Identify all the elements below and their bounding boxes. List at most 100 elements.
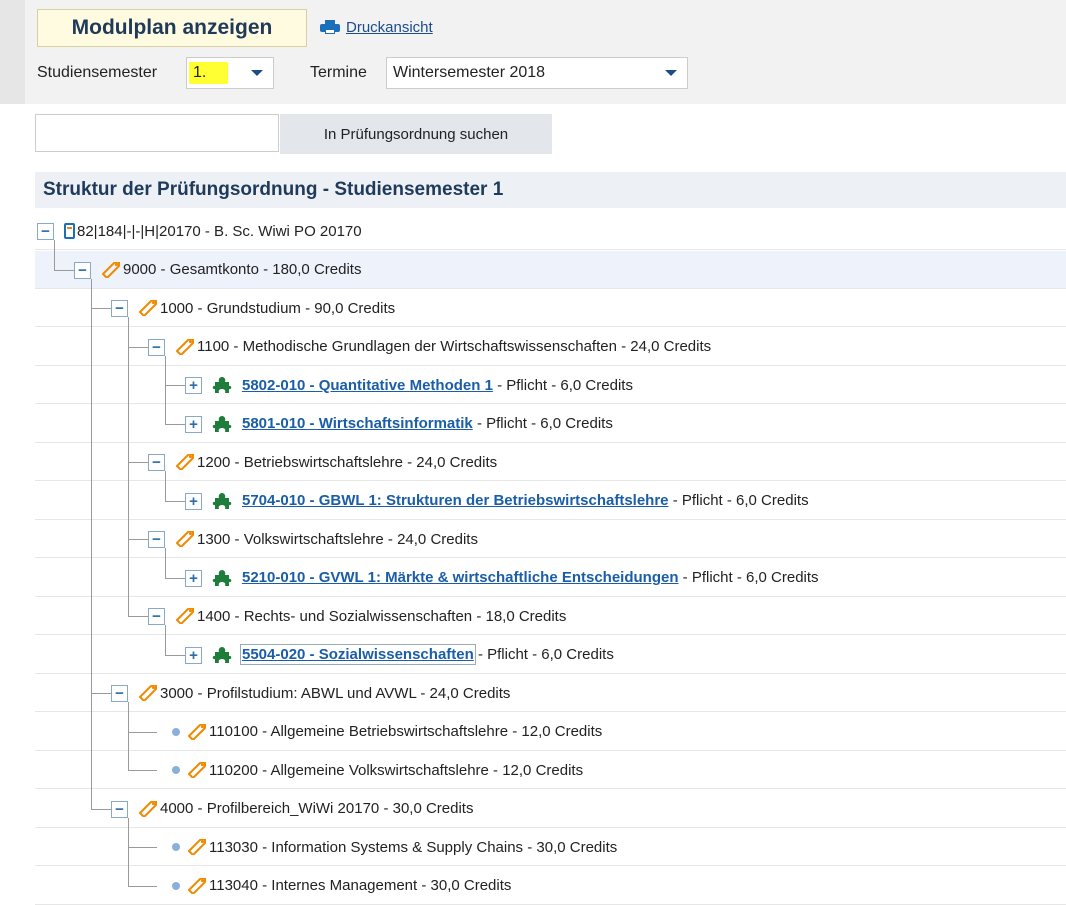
node-label: 110100 - Allgemeine Betriebswirtschaftsl… — [209, 723, 603, 740]
puzzle-icon — [212, 377, 232, 393]
module-link[interactable]: 5704-010 - GBWL 1: Strukturen der Betrie… — [242, 492, 669, 509]
module-item[interactable]: 5704-010 - GBWL 1: Strukturen der Betrie… — [212, 482, 809, 520]
search-input[interactable] — [35, 114, 279, 152]
search-button[interactable]: In Prüfungsordnung suchen — [280, 114, 552, 154]
node-label: 4000 - Profilbereich_WiWi 20170 - 30,0 C… — [160, 800, 474, 817]
puzzle-icon — [212, 492, 232, 509]
collapse-toggle[interactable]: − — [148, 531, 165, 549]
tree-node: 1300 - Volkswirtschaftslehre - 24,0 Cred… — [175, 520, 478, 558]
section-title: Struktur der Prüfungsordnung - Studiense… — [35, 172, 1066, 208]
expand-toggle[interactable]: + — [185, 415, 202, 433]
node-label: 82|184|-|-|H|20170 - B. Sc. Wiwi PO 2017… — [77, 222, 362, 240]
tree-node: 113040 - Internes Management - 30,0 Cred… — [187, 867, 511, 905]
chevron-down-icon — [251, 70, 263, 76]
tree-connector — [165, 625, 166, 655]
tree-connector — [165, 355, 166, 424]
puzzle-icon — [212, 646, 232, 663]
leaf-dot-icon — [172, 881, 180, 890]
tree-node: 9000 - Gesamtkonto - 180,0 Credits — [101, 251, 361, 289]
tree-connector — [91, 278, 92, 809]
module-meta: - Pflicht - 6,0 Credits — [473, 646, 614, 663]
root-node-icon — [64, 223, 75, 239]
leaf-dot-icon — [172, 727, 180, 736]
expand-toggle[interactable]: + — [185, 377, 202, 395]
collapse-toggle[interactable]: − — [148, 338, 165, 356]
node-label: 9000 - Gesamtkonto - 180,0 Credits — [123, 261, 362, 278]
puzzle-icon — [212, 569, 232, 586]
module-meta: - Pflicht - 6,0 Credits — [472, 415, 613, 432]
tree-connector — [165, 471, 166, 501]
node-label: 1400 - Rechts- und Sozialwissenschaften … — [197, 607, 567, 625]
tree-connector — [128, 770, 157, 772]
module-link[interactable]: 5801-010 - Wirtschaftsinformatik — [242, 415, 473, 432]
tag-icon — [139, 300, 157, 316]
tree-node: 4000 - Profilbereich_WiWi 20170 - 30,0 C… — [138, 790, 473, 828]
tree-node: 1000 - Grundstudium - 90,0 Credits — [138, 289, 395, 327]
expand-toggle[interactable]: + — [185, 646, 202, 664]
module-link[interactable]: 5504-020 - Sozialwissenschaften — [240, 644, 476, 665]
tag-icon — [176, 338, 194, 355]
node-label: 1100 - Methodische Grundlagen der Wirtsc… — [197, 338, 712, 355]
tag-icon — [139, 800, 157, 817]
tree-connector — [128, 885, 157, 887]
node-label: 113030 - Information Systems & Supply Ch… — [209, 838, 618, 856]
termine-value: Wintersemester 2018 — [393, 64, 546, 81]
tag-icon — [176, 531, 194, 547]
collapse-toggle[interactable]: − — [111, 800, 128, 818]
tree-node: 1400 - Rechts- und Sozialwissenschaften … — [175, 597, 566, 635]
tag-icon — [188, 839, 206, 855]
module-meta: - Pflicht - 6,0 Credits — [492, 376, 633, 394]
tree-connector — [128, 317, 129, 617]
tree-node: 1200 - Betriebswirtschaftslehre - 24,0 C… — [175, 443, 497, 481]
module-link[interactable]: 5210-010 - GVWL 1: Märkte & wirtschaftli… — [242, 569, 679, 586]
termine-label: Termine — [310, 64, 367, 81]
tree-node: 3000 - Profilstudium: ABWL und AVWL - 24… — [138, 674, 510, 712]
collapse-toggle[interactable]: − — [74, 261, 91, 279]
node-label: 113040 - Internes Management - 30,0 Cred… — [209, 877, 512, 894]
tree-connector — [54, 240, 55, 270]
left-gutter — [0, 0, 25, 104]
chevron-down-icon — [665, 70, 677, 76]
module-meta: - Pflicht - 6,0 Credits — [668, 492, 809, 509]
collapse-toggle[interactable]: − — [111, 685, 128, 703]
module-item[interactable]: 5504-020 - Sozialwissenschaften - Pflich… — [212, 636, 614, 674]
node-label: 1300 - Volkswirtschaftslehre - 24,0 Cred… — [197, 530, 478, 548]
modulplan-button[interactable]: Modulplan anzeigen — [37, 9, 307, 47]
print-view-link[interactable]: Druckansicht — [320, 17, 433, 37]
puzzle-icon — [212, 415, 232, 432]
print-view-label: Druckansicht — [346, 18, 433, 36]
tree-node: 110200 - Allgemeine Volkswirtschaftslehr… — [187, 751, 583, 789]
node-label: 110200 - Allgemeine Volkswirtschaftslehr… — [209, 761, 584, 779]
tree-node: 82|184|-|-|H|20170 - B. Sc. Wiwi PO 2017… — [64, 212, 362, 250]
semester-label: Studiensemester — [37, 64, 158, 81]
collapse-toggle[interactable]: − — [37, 223, 54, 241]
tree-node: 113030 - Information Systems & Supply Ch… — [187, 828, 617, 866]
collapse-toggle[interactable]: − — [148, 454, 165, 472]
expand-toggle[interactable]: + — [185, 569, 202, 587]
tree-connector — [128, 817, 129, 886]
semester-value: 1. — [189, 62, 229, 84]
expand-toggle[interactable]: + — [185, 492, 202, 510]
node-label: 3000 - Profilstudium: ABWL und AVWL - 24… — [160, 684, 511, 702]
tag-icon — [188, 762, 206, 778]
collapse-toggle[interactable]: − — [148, 608, 165, 626]
semester-select[interactable]: 1. — [186, 57, 274, 89]
module-item[interactable]: 5802-010 - Quantitative Methoden 1 - Pfl… — [212, 366, 633, 404]
printer-icon — [320, 20, 340, 34]
module-item[interactable]: 5801-010 - Wirtschaftsinformatik - Pflic… — [212, 405, 613, 443]
module-link[interactable]: 5802-010 - Quantitative Methoden 1 — [242, 377, 493, 394]
tag-icon — [176, 454, 194, 470]
tag-icon — [176, 608, 194, 624]
module-item[interactable]: 5210-010 - GVWL 1: Märkte & wirtschaftli… — [212, 559, 819, 597]
tree-node: 1100 - Methodische Grundlagen der Wirtsc… — [175, 328, 711, 366]
node-label: 1000 - Grundstudium - 90,0 Credits — [160, 299, 396, 317]
tag-icon — [139, 685, 157, 701]
collapse-toggle[interactable]: − — [111, 300, 128, 318]
node-label: 1200 - Betriebswirtschaftslehre - 24,0 C… — [197, 453, 498, 471]
termine-select[interactable]: Wintersemester 2018 — [386, 57, 688, 89]
tag-icon — [188, 723, 206, 740]
tag-icon — [102, 261, 120, 278]
tree-connector — [128, 702, 129, 771]
tree-connector — [128, 731, 157, 733]
tag-icon — [188, 877, 206, 894]
